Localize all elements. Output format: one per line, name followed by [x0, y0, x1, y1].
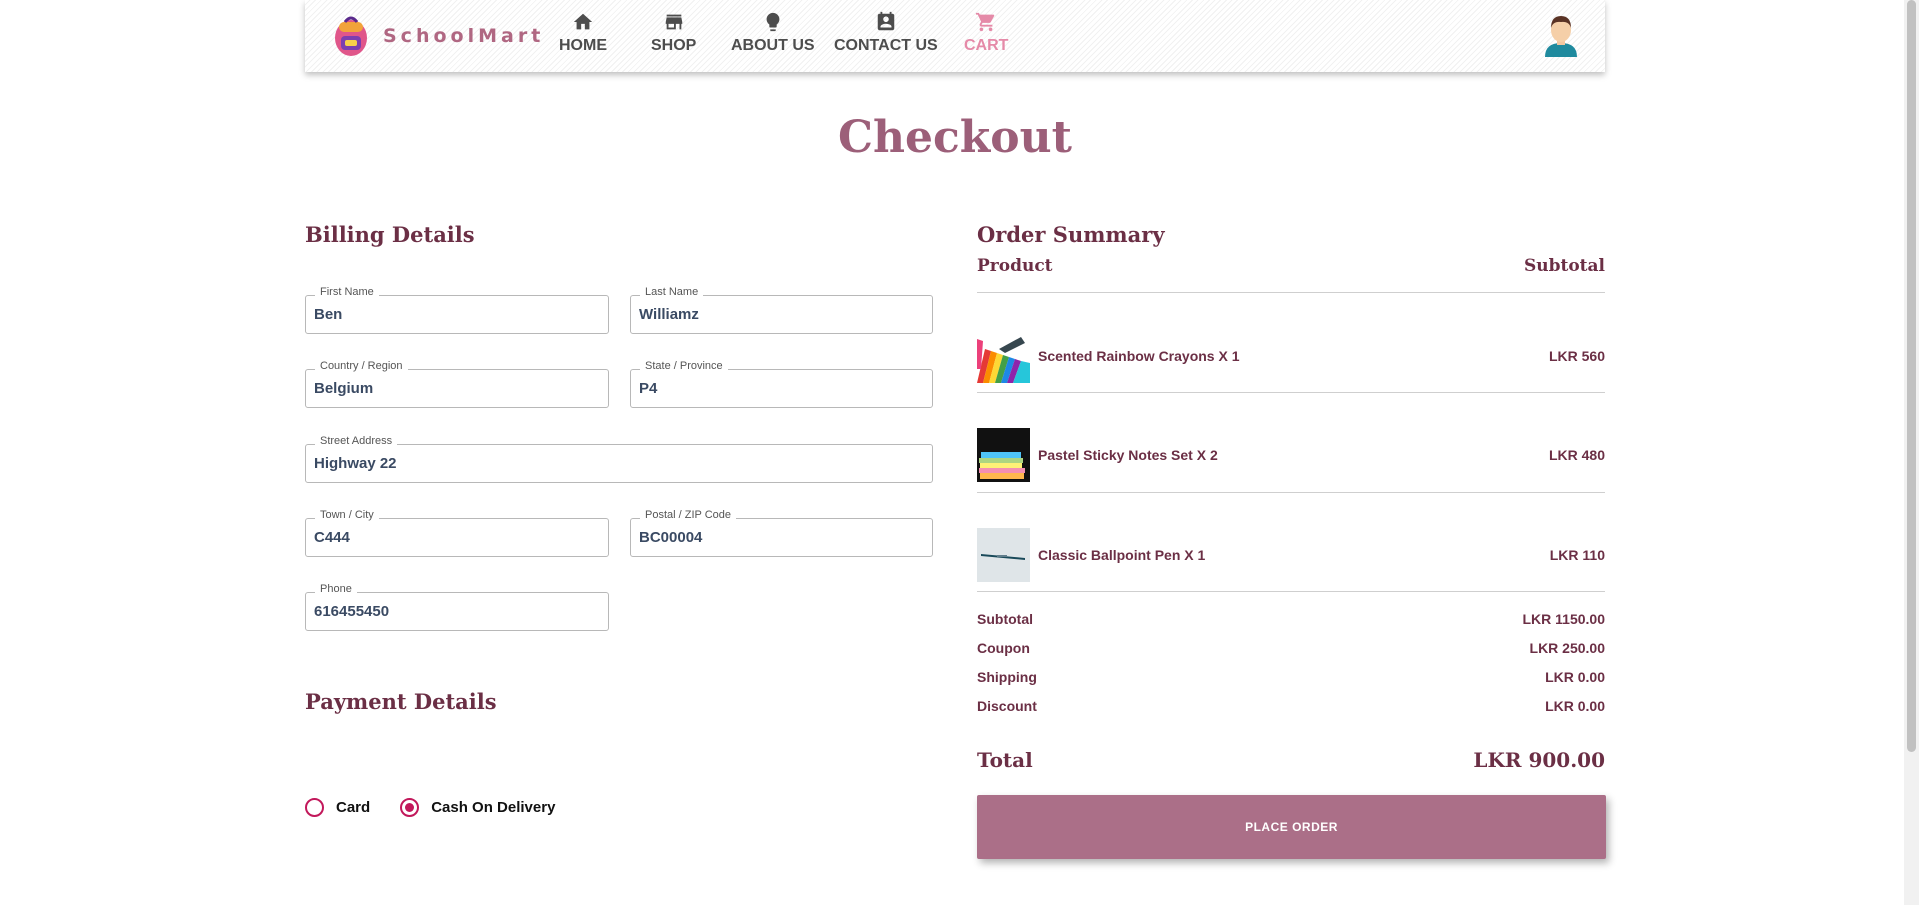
last-name-value[interactable]: Williamz	[639, 306, 924, 323]
coupon-value: LKR 250.00	[1529, 640, 1605, 656]
item-divider	[977, 591, 1605, 592]
postal-code-field[interactable]: Postal / ZIP Code BC00004	[630, 509, 933, 557]
discount-value: LKR 0.00	[1545, 698, 1605, 714]
nav-about-label: ABOUT US	[731, 37, 815, 54]
home-icon	[573, 13, 593, 30]
contact-card-icon	[877, 11, 895, 31]
town-value[interactable]: C444	[314, 529, 600, 546]
phone-value[interactable]: 616455450	[314, 603, 600, 620]
subtotal-row: Subtotal LKR 1150.00	[977, 611, 1605, 627]
country-field[interactable]: Country / Region Belgium	[305, 360, 609, 408]
total-value: LKR 900.00	[1473, 748, 1605, 772]
state-field[interactable]: State / Province P4	[630, 360, 933, 408]
order-item: Scented Rainbow Crayons X 1 LKR 560	[977, 329, 1605, 383]
nav-shop-label: SHOP	[651, 37, 697, 54]
total-label: Total	[977, 748, 1033, 772]
order-item-price: LKR 560	[1548, 348, 1605, 364]
town-label: Town / City	[315, 509, 379, 521]
postal-code-value[interactable]: BC00004	[639, 529, 924, 546]
page-scrollbar[interactable]	[1904, 0, 1919, 905]
order-item-price: LKR 480	[1548, 447, 1605, 463]
payment-method-group: Card Cash On Delivery	[305, 798, 585, 817]
cash-on-delivery-radio[interactable]	[400, 798, 420, 817]
sticky-notes-image	[977, 428, 1030, 482]
country-value[interactable]: Belgium	[314, 380, 600, 397]
street-address-value[interactable]: Highway 22	[314, 455, 924, 472]
nav-cart-label: CART	[964, 37, 1009, 54]
order-item: Pastel Sticky Notes Set X 2 LKR 480	[977, 428, 1605, 482]
top-navbar: SchoolMart HOME SHOP ABOUT US CONTACT US…	[305, 0, 1605, 72]
nav-cart[interactable]: CART	[964, 11, 1008, 55]
discount-label: Discount	[977, 698, 1037, 714]
crayons-image	[977, 329, 1030, 383]
order-item-price: LKR 110	[1549, 547, 1605, 563]
shipping-value: LKR 0.00	[1545, 669, 1605, 685]
subtotal-column-header: Subtotal	[1523, 256, 1605, 276]
nav-shop[interactable]: SHOP	[651, 11, 696, 55]
discount-row: Discount LKR 0.00	[977, 698, 1605, 714]
state-value[interactable]: P4	[639, 380, 924, 397]
user-avatar-icon[interactable]	[1543, 13, 1579, 57]
street-address-label: Street Address	[315, 435, 398, 447]
brand-name: SchoolMart	[383, 25, 545, 47]
order-item-name: Classic Ballpoint Pen X 1	[1038, 547, 1206, 563]
first-name-field[interactable]: First Name Ben	[305, 286, 609, 334]
grand-total-row: Total LKR 900.00	[977, 748, 1605, 772]
item-divider	[977, 492, 1605, 493]
nav-about[interactable]: ABOUT US	[731, 11, 815, 55]
payment-details-title: Payment Details	[305, 689, 497, 714]
order-item-name: Pastel Sticky Notes Set X 2	[1038, 447, 1218, 463]
lightbulb-icon	[766, 12, 780, 32]
last-name-label: Last Name	[640, 286, 704, 298]
order-item-name: Scented Rainbow Crayons X 1	[1038, 348, 1240, 364]
first-name-value[interactable]: Ben	[314, 306, 600, 323]
nav-contact-label: CONTACT US	[834, 37, 938, 54]
town-field[interactable]: Town / City C444	[305, 509, 609, 557]
subtotal-label: Subtotal	[977, 611, 1033, 627]
page-title: Checkout	[838, 112, 1072, 163]
billing-details-title: Billing Details	[305, 222, 475, 247]
country-label: Country / Region	[315, 360, 408, 372]
product-column-header: Product	[977, 256, 1053, 276]
place-order-button[interactable]: PLACE ORDER	[977, 795, 1606, 859]
item-divider	[977, 392, 1605, 393]
cart-icon	[976, 12, 995, 32]
street-address-field[interactable]: Street Address Highway 22	[305, 435, 933, 483]
nav-home-label: HOME	[559, 37, 607, 54]
scrollbar-thumb[interactable]	[1907, 0, 1916, 752]
card-radio[interactable]	[305, 798, 324, 817]
pen-image	[977, 528, 1030, 582]
subtotal-value: LKR 1150.00	[1522, 611, 1606, 627]
shipping-row: Shipping LKR 0.00	[977, 669, 1605, 685]
first-name-label: First Name	[315, 286, 379, 298]
last-name-field[interactable]: Last Name Williamz	[630, 286, 933, 334]
phone-field[interactable]: Phone 616455450	[305, 583, 609, 631]
order-item: Classic Ballpoint Pen X 1 LKR 110	[977, 528, 1605, 582]
card-radio-label[interactable]: Card	[336, 799, 370, 816]
nav-contact[interactable]: CONTACT US	[834, 11, 938, 55]
coupon-row: Coupon LKR 250.00	[977, 640, 1605, 656]
store-icon	[665, 14, 682, 30]
brand-logo[interactable]: SchoolMart	[331, 14, 544, 58]
state-label: State / Province	[640, 360, 728, 372]
coupon-label: Coupon	[977, 640, 1030, 656]
order-summary-title: Order Summary	[977, 222, 1165, 247]
radio-selected-dot	[405, 803, 415, 812]
backpack-logo-icon	[331, 14, 371, 58]
postal-code-label: Postal / ZIP Code	[640, 509, 737, 521]
summary-divider	[977, 292, 1605, 293]
nav-home[interactable]: HOME	[559, 11, 607, 55]
cash-on-delivery-radio-label[interactable]: Cash On Delivery	[431, 799, 555, 816]
shipping-label: Shipping	[977, 669, 1037, 685]
phone-label: Phone	[315, 583, 357, 595]
